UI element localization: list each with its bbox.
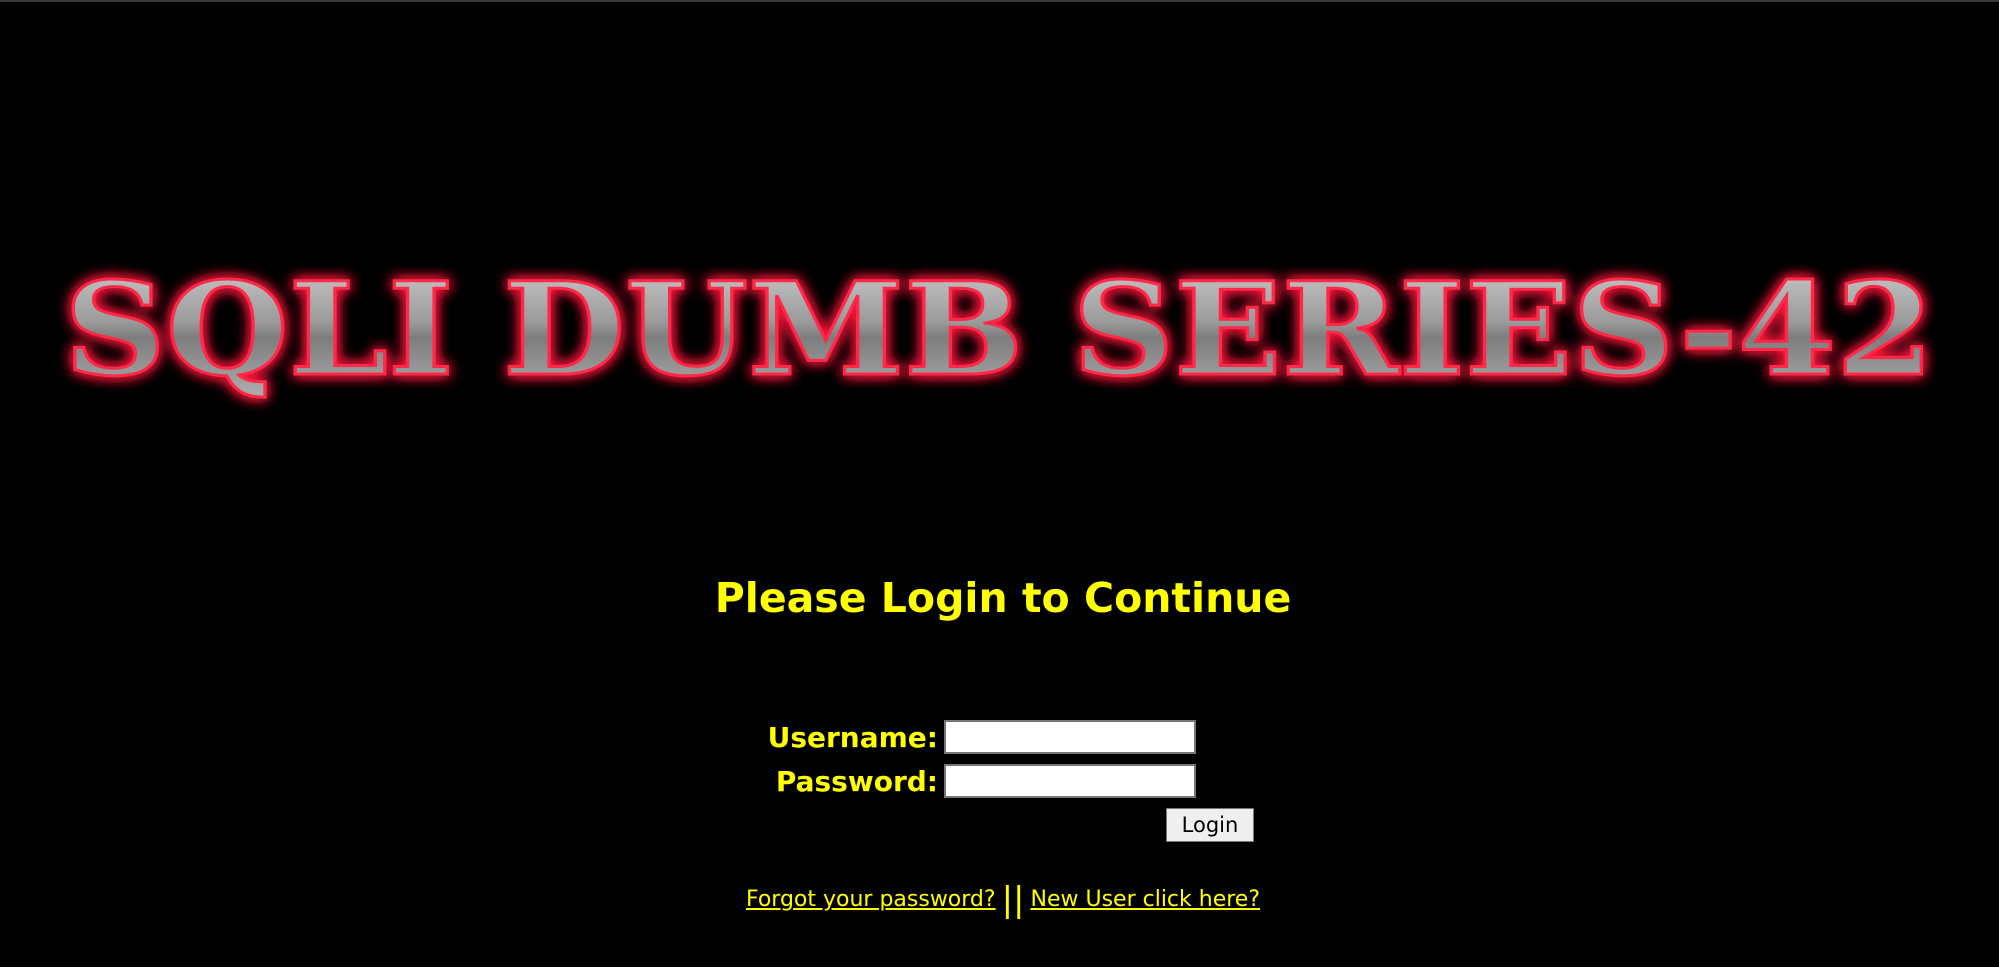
login-form: Username: Password: Login	[0, 2, 1999, 967]
banner-text: SQLI DUMB SERIES-42	[64, 255, 1934, 405]
site-banner: SQLI DUMB SERIES-42	[0, 234, 1999, 424]
forgot-password-link[interactable]: Forgot your password?	[746, 887, 996, 912]
account-links: Forgot your password? || New User click he…	[0, 882, 1999, 918]
new-user-link[interactable]: New User click here?	[1031, 887, 1261, 912]
page-title: Please Login to Continue	[714, 574, 1292, 622]
password-label: Password:	[775, 765, 938, 798]
password-input[interactable]	[944, 764, 1196, 798]
login-button[interactable]: Login	[1166, 808, 1254, 842]
banner-logo-graphic: SQLI DUMB SERIES-42	[63, 254, 1936, 407]
username-label: Username:	[767, 721, 938, 754]
username-input[interactable]	[944, 720, 1196, 754]
link-separator: ||	[1001, 880, 1025, 920]
